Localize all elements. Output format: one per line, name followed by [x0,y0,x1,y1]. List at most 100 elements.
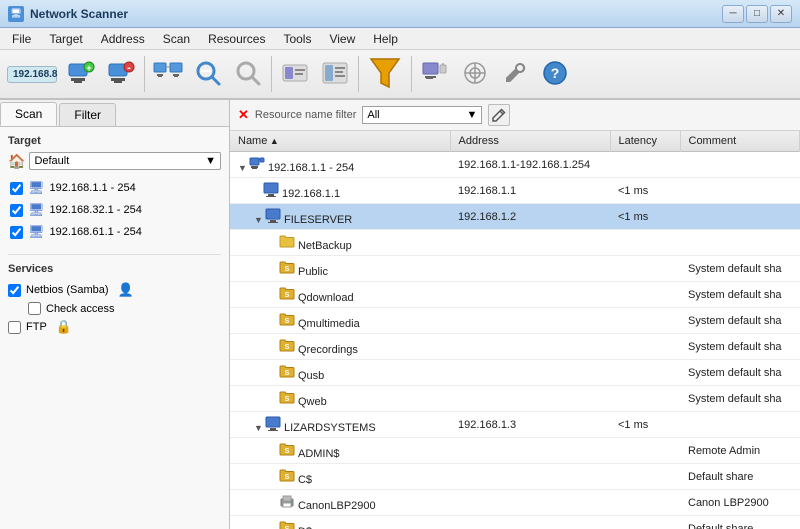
toolbar: 192.168.8 + - [0,50,800,100]
cell-address: 192.168.1.1-192.168.1.254 [450,152,610,178]
scan-start-button[interactable] [189,55,227,93]
target-icon: 🏠 [8,153,25,170]
services-section: Services Netbios (Samba) 👤 Check access … [8,254,221,337]
scan-range-1-label: 192.168.1.1 - 254 [50,182,136,194]
table-row[interactable]: ▶S D$ Default share [230,516,800,529]
help-icon: ? [542,60,568,89]
options-button[interactable] [496,55,534,93]
network-view-button[interactable] [149,55,187,93]
cell-name: ▶S D$ [230,516,450,529]
scan-range-button[interactable] [276,55,314,93]
menu-scan[interactable]: Scan [155,30,198,48]
table-row[interactable]: ▼ 192.168.1.1 - 254 192.168.1.1-192.168.… [230,152,800,178]
col-latency[interactable]: Latency [610,131,680,152]
ftp-label: FTP [26,321,47,333]
cell-address [450,282,610,308]
table-row[interactable]: ▼ LIZARDSYSTEMS 192.168.1.3 <1 ms [230,412,800,438]
cell-address [450,256,610,282]
filter-bar: ✕ Resource name filter All ▼ [230,100,800,131]
menu-view[interactable]: View [321,30,363,48]
scan-all-icon [321,59,349,90]
cell-latency: <1 ms [610,412,680,438]
computer-icon-3: 🖥 [28,224,45,240]
menu-file[interactable]: File [4,30,39,48]
maximize-button[interactable]: □ [746,5,768,23]
cell-name: ▶S C$ [230,464,450,490]
left-panel: Scan Filter Target 🏠 Default ▼ 🖥 192.168… [0,100,230,529]
remove-hosts-button[interactable]: - [102,55,140,93]
wrench-icon [503,61,527,88]
table-row[interactable]: ▶ NetBackup [230,230,800,256]
extra-button-2[interactable] [456,55,494,93]
table-row[interactable]: ▶S Qmultimedia System default sha [230,308,800,334]
col-name[interactable]: Name [230,131,450,152]
add-hosts-button[interactable]: + [62,55,100,93]
table-row[interactable]: ▶S Public System default sha [230,256,800,282]
table-row[interactable]: ▶S Qusb System default sha [230,360,800,386]
tab-bar: Scan Filter [0,100,229,127]
ip-address-display: 192.168.8 [4,55,60,93]
cell-comment: System default sha [680,308,800,334]
help-button[interactable]: ? [536,55,574,93]
svg-text:S: S [285,344,290,351]
computer-icon-1: 🖥 [28,180,45,196]
table-row[interactable]: ▶S Qrecordings System default sha [230,334,800,360]
table-row[interactable]: ▶S C$ Default share [230,464,800,490]
scan-all-button[interactable] [316,55,354,93]
table-row[interactable]: ▶S Qweb System default sha [230,386,800,412]
edit-icon [492,108,506,122]
scan-stop-button[interactable] [229,55,267,93]
scan-range-1-checkbox[interactable] [10,182,23,195]
table-row[interactable]: ▶ 192.168.1.1 192.168.1.1 <1 ms [230,178,800,204]
cell-latency [610,230,680,256]
cell-latency: <1 ms [610,178,680,204]
window-title: Network Scanner [30,7,128,21]
netbios-checkbox[interactable] [8,284,21,297]
cell-address [450,464,610,490]
filter-value: All [367,109,379,121]
minimize-button[interactable]: ─ [722,5,744,23]
cell-address: 192.168.1.3 [450,412,610,438]
filter-button[interactable] [363,52,407,96]
check-access-checkbox[interactable] [28,302,41,315]
scan-range-2: 🖥 192.168.32.1 - 254 [8,200,221,220]
col-address[interactable]: Address [450,131,610,152]
table-row[interactable]: ▶S Qdownload System default sha [230,282,800,308]
cell-name: ▼ LIZARDSYSTEMS [230,412,450,438]
filter-combo-arrow: ▼ [467,109,478,121]
scan-range-3-checkbox[interactable] [10,226,23,239]
tab-filter[interactable]: Filter [59,103,116,126]
services-label: Services [8,263,221,275]
menu-tools[interactable]: Tools [275,30,319,48]
scan-start-icon [194,59,222,90]
scan-range-icon [281,59,309,90]
menu-resources[interactable]: Resources [200,30,273,48]
cell-address [450,490,610,516]
cell-name: ▶S Qweb [230,386,450,412]
title-bar: 🖥 Network Scanner ─ □ ✕ [0,0,800,28]
cell-comment: System default sha [680,334,800,360]
scan-range-2-checkbox[interactable] [10,204,23,217]
table-row[interactable]: ▼ FILESERVER 192.168.1.2 <1 ms [230,204,800,230]
extra-button-1[interactable] [416,55,454,93]
result-table: Name Address Latency Comment ▼ 192.168.1… [230,131,800,529]
scan-range-3-label: 192.168.61.1 - 254 [50,226,142,238]
target-select[interactable]: Default ▼ [29,152,221,170]
tab-scan[interactable]: Scan [0,102,57,126]
filter-clear-button[interactable]: ✕ [238,107,249,123]
menu-target[interactable]: Target [41,30,90,48]
table-row[interactable]: ▶S ADMIN$ Remote Admin [230,438,800,464]
main-content: Scan Filter Target 🏠 Default ▼ 🖥 192.168… [0,100,800,529]
filter-combo[interactable]: All ▼ [362,106,482,124]
ftp-checkbox[interactable] [8,321,21,334]
table-row[interactable]: ▶ CanonLBP2900 Canon LBP2900 [230,490,800,516]
menu-address[interactable]: Address [93,30,153,48]
filter-label: Resource name filter [255,109,357,121]
cell-latency [610,256,680,282]
col-comment[interactable]: Comment [680,131,800,152]
cell-latency [610,152,680,178]
filter-edit-button[interactable] [488,104,510,126]
cell-latency [610,334,680,360]
close-button[interactable]: ✕ [770,5,792,23]
menu-help[interactable]: Help [365,30,406,48]
